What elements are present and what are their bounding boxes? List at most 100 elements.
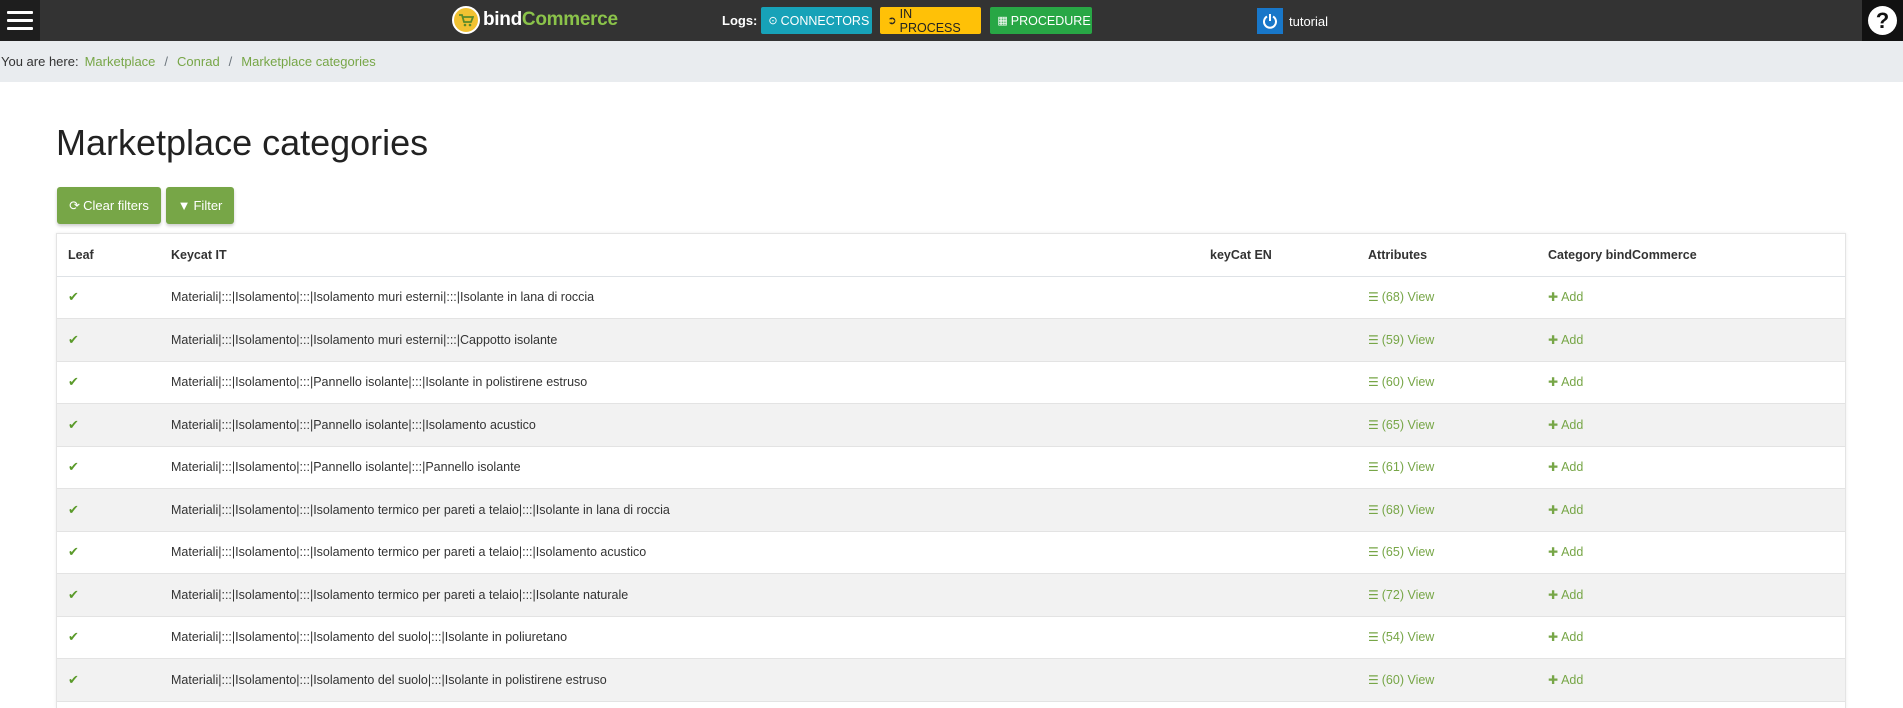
check-icon: ✔ xyxy=(68,544,79,560)
plus-icon: ✚ xyxy=(1548,460,1559,475)
keycat-it-cell: Materiali|:::|Isolamento|:::|Pannello is… xyxy=(160,446,1199,489)
add-category-link[interactable]: ✚ Add xyxy=(1548,588,1583,602)
keycat-it-cell: Materiali|:::|Isolamento|:::|Isolamento … xyxy=(160,318,1199,362)
procedure-button[interactable]: ▦ PROCEDURE xyxy=(990,7,1093,34)
category-cell: ✚ Add xyxy=(1537,531,1845,574)
add-category-link[interactable]: ✚ Add xyxy=(1548,503,1583,517)
connectors-button[interactable]: ⊙ CONNECTORS xyxy=(761,7,873,34)
add-category-link[interactable]: ✚ Add xyxy=(1548,375,1583,389)
table-row: ✔ Materiali|:::|Isolamento|:::|Isolamento… xyxy=(57,318,1845,362)
help-button[interactable]: ? xyxy=(1862,0,1903,41)
add-category-link[interactable]: ✚ Add xyxy=(1548,460,1583,474)
check-icon: ✔ xyxy=(68,629,79,645)
view-attributes-link[interactable]: ☰ (60) View xyxy=(1368,673,1434,687)
add-category-link[interactable]: ✚ Add xyxy=(1548,333,1583,347)
category-cell: ✚ Add xyxy=(1537,616,1845,659)
view-attributes-link[interactable]: ☰ (65) View xyxy=(1368,545,1434,559)
clear-filters-label: Clear filters xyxy=(83,198,149,213)
plus-icon: ✚ xyxy=(1548,332,1559,347)
plus-icon: ✚ xyxy=(1548,630,1559,645)
column-header-attributes[interactable]: Attributes xyxy=(1357,234,1537,277)
power-icon[interactable] xyxy=(1257,8,1283,34)
brand-name-part1: bind xyxy=(483,9,522,30)
cart-logo-icon xyxy=(452,6,480,34)
breadcrumb-prefix: You are here: xyxy=(1,54,79,69)
column-header-leaf[interactable]: Leaf xyxy=(57,234,160,277)
column-header-keycat-it[interactable]: Keycat IT xyxy=(160,234,1199,277)
table-row: ✔ Materiali|:::|Isolamento|:::|Pannello i… xyxy=(57,403,1845,447)
add-label: Add xyxy=(1561,545,1584,560)
view-attributes-link[interactable]: ☰ (65) View xyxy=(1368,418,1434,432)
user-name: tutorial xyxy=(1289,13,1329,29)
brand-name-part2: Commerce xyxy=(521,9,618,30)
add-category-link[interactable]: ✚ Add xyxy=(1548,290,1583,304)
user-menu[interactable]: tutorial xyxy=(1257,8,1328,34)
add-category-link[interactable]: ✚ Add xyxy=(1548,545,1583,559)
add-label: Add xyxy=(1561,460,1584,475)
breadcrumb-item-marketplace[interactable]: Marketplace xyxy=(85,54,156,69)
attributes-label: (65) View xyxy=(1381,417,1435,432)
category-cell: ✚ Add xyxy=(1537,318,1845,362)
leaf-cell: ✔ xyxy=(57,658,160,702)
column-header-category-bindcommerce[interactable]: Category bindCommerce xyxy=(1537,234,1845,277)
view-attributes-link[interactable]: ☰ (59) View xyxy=(1368,333,1434,347)
attributes-cell: ☰ (61) View xyxy=(1357,446,1537,489)
top-navbar: bindCommerce Logs: ⊙ CONNECTORS ➲ IN PRO… xyxy=(0,0,1903,41)
table-row: ✔ Materiali|:::|Isolamento|:::|Isolamento… xyxy=(57,573,1845,617)
view-attributes-link[interactable]: ☰ (72) View xyxy=(1368,588,1434,602)
attributes-cell: ☰ (60) View xyxy=(1357,361,1537,404)
logs-group: Logs: ⊙ CONNECTORS ➲ IN PROCESS ▦ PROCED… xyxy=(722,7,1093,35)
filter-button[interactable]: ▼ Filter xyxy=(166,187,234,224)
view-attributes-link[interactable]: ☰ (61) View xyxy=(1368,460,1434,474)
breadcrumb-item-marketplace-categories[interactable]: Marketplace categories xyxy=(241,54,375,69)
attributes-label: (72) View xyxy=(1381,587,1435,602)
add-label: Add xyxy=(1561,332,1584,347)
list-icon: ☰ xyxy=(1368,460,1379,475)
list-icon: ☰ xyxy=(1368,332,1379,347)
attributes-label: (59) View xyxy=(1381,332,1435,347)
clear-filters-button[interactable]: ⟳ Clear filters xyxy=(57,187,161,224)
breadcrumb-item-conrad[interactable]: Conrad xyxy=(177,54,220,69)
keycat-it-cell: Materiali|:::|Isolamento|:::|Isolamento … xyxy=(160,531,1199,574)
add-label: Add xyxy=(1561,290,1584,305)
arrow-circle-icon: ⊙ xyxy=(768,15,778,27)
view-attributes-link[interactable]: ☰ (60) View xyxy=(1368,375,1434,389)
table-row: ✔ Materiali|:::|Isolamento|:::|Isolamento… xyxy=(57,488,1845,532)
procedure-label: PROCEDURE xyxy=(1010,13,1091,28)
view-attributes-link[interactable]: ☰ (68) View xyxy=(1368,290,1434,304)
category-cell: ✚ Add xyxy=(1537,361,1845,404)
leaf-cell: ✔ xyxy=(57,403,160,447)
list-icon: ☰ xyxy=(1368,375,1379,390)
list-icon: ☰ xyxy=(1368,290,1379,305)
in-process-button[interactable]: ➲ IN PROCESS xyxy=(880,7,982,35)
list-icon: ☰ xyxy=(1368,545,1379,560)
brand-logo[interactable]: bindCommerce xyxy=(452,6,618,34)
check-icon: ✔ xyxy=(68,331,79,347)
add-label: Add xyxy=(1561,587,1584,602)
hamburger-menu-icon[interactable] xyxy=(0,0,40,41)
column-header-keycat-en[interactable]: keyCat EN xyxy=(1199,234,1357,277)
category-cell: ✚ Add xyxy=(1537,488,1845,532)
add-label: Add xyxy=(1561,375,1584,390)
attributes-cell: ☰ (68) View xyxy=(1357,276,1537,319)
logs-label: Logs: xyxy=(722,13,758,28)
attributes-cell: ☰ (72) View xyxy=(1357,573,1537,617)
categories-table: Leaf Keycat IT keyCat EN Attributes Cate… xyxy=(56,233,1846,708)
keycat-it-cell: Materiali|:::|Isolamento|:::|Isolamento … xyxy=(160,276,1199,319)
view-attributes-link[interactable]: ☰ (68) View xyxy=(1368,503,1434,517)
add-category-link[interactable]: ✚ Add xyxy=(1548,673,1583,687)
keycat-en-cell xyxy=(1199,276,1357,319)
category-cell: ✚ Add xyxy=(1537,403,1845,447)
attributes-label: (54) View xyxy=(1381,630,1435,645)
keycat-it-cell: Materiali|:::|Isolamento|:::|Isolamento … xyxy=(160,488,1199,532)
attributes-label: (61) View xyxy=(1381,460,1435,475)
add-category-link[interactable]: ✚ Add xyxy=(1548,630,1583,644)
view-attributes-link[interactable]: ☰ (54) View xyxy=(1368,630,1434,644)
add-category-link[interactable]: ✚ Add xyxy=(1548,418,1583,432)
leaf-cell: ✔ xyxy=(57,531,160,574)
table-row: ✔ Materiali|:::|Isolamento|:::|Isolamento… xyxy=(57,658,1845,702)
attributes-cell: ☰ (60) View xyxy=(1357,658,1537,702)
keycat-en-cell xyxy=(1199,531,1357,574)
table-row: ✔ Materiali|:::|Isolamento|:::|Isolamento… xyxy=(57,531,1845,574)
plus-icon: ✚ xyxy=(1548,545,1559,560)
